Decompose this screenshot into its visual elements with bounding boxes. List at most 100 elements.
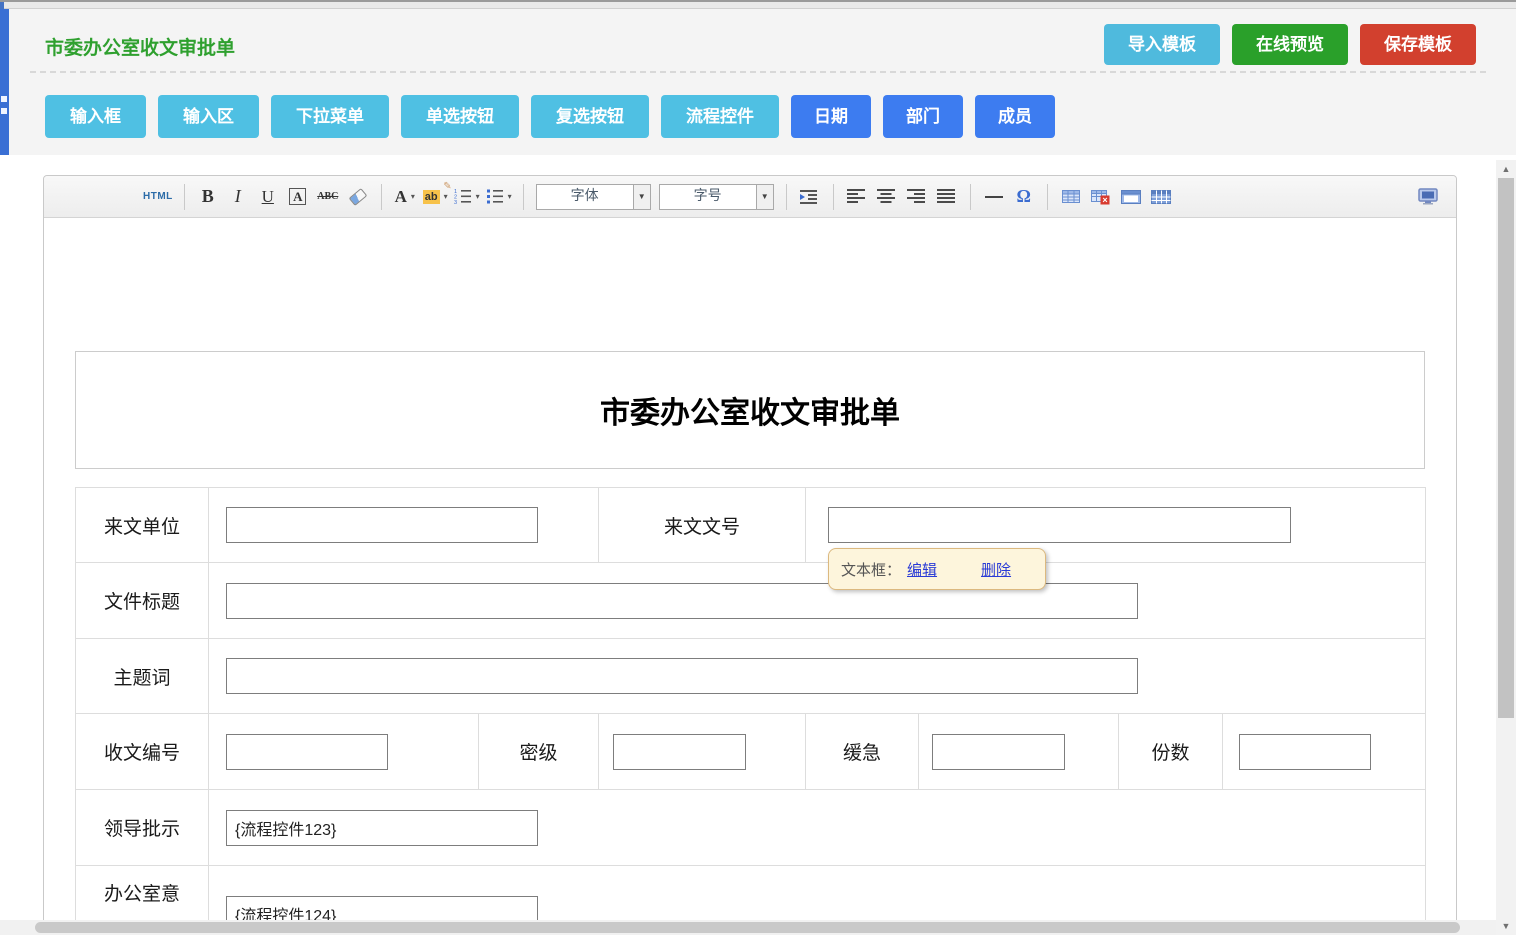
- font-color-button[interactable]: A ▾: [393, 183, 417, 211]
- edit-link[interactable]: 编辑: [907, 559, 937, 580]
- insert-table-button[interactable]: [1059, 183, 1083, 211]
- font-attribute-button[interactable]: A: [286, 183, 310, 211]
- eraser-button[interactable]: [346, 183, 370, 211]
- source-code-icon: HTML: [143, 191, 173, 202]
- import-template-button[interactable]: 导入模板: [1104, 24, 1220, 65]
- font-size-value: 字号: [660, 185, 756, 209]
- chevron-down-icon: ▼: [633, 185, 650, 209]
- control-button-radio[interactable]: 单选按钮: [401, 95, 519, 138]
- editor-canvas[interactable]: 市委办公室收文审批单 来文单位 来文文号 文件标题: [44, 218, 1456, 935]
- page: 市委办公室收文审批单 导入模板 在线预览 保存模板 输入框 输入区 下拉菜单 单…: [0, 0, 1516, 935]
- highlight-color-button[interactable]: ab ✎ ▾: [423, 183, 448, 211]
- scroll-down-arrow-icon[interactable]: ▼: [1496, 921, 1516, 931]
- control-button-dropdown[interactable]: 下拉菜单: [271, 95, 389, 138]
- align-right-icon: [907, 189, 926, 204]
- save-template-button[interactable]: 保存模板: [1360, 24, 1476, 65]
- table-row: 领导批示: [76, 790, 1426, 866]
- unordered-list-button[interactable]: ▾: [486, 183, 512, 211]
- control-button-checkbox[interactable]: 复选按钮: [531, 95, 649, 138]
- field-label-laiwen-wenhao: 来文文号: [599, 488, 806, 563]
- form-title-box: 市委办公室收文审批单: [75, 351, 1425, 469]
- field-label-lingdao-pishi: 领导批示: [76, 790, 209, 866]
- toolbar-separator: [1047, 184, 1048, 210]
- delete-link[interactable]: 删除: [981, 559, 1011, 580]
- form-table: 来文单位 来文文号 文件标题 主题词 收文编号: [75, 487, 1426, 935]
- input-miji[interactable]: [613, 734, 746, 770]
- input-huanji[interactable]: [932, 734, 1065, 770]
- fullscreen-button[interactable]: [1416, 183, 1440, 211]
- chevron-down-icon: ▼: [756, 185, 773, 209]
- vertical-scrollbar[interactable]: ▲ ▼: [1496, 160, 1516, 935]
- dashed-divider: [30, 71, 1486, 73]
- input-laiwen-danwei[interactable]: [226, 507, 538, 543]
- toolbar-separator: [184, 184, 185, 210]
- input-laiwen-wenhao[interactable]: [828, 507, 1291, 543]
- align-justify-icon: [937, 189, 956, 204]
- strikethrough-icon: ABC: [317, 191, 338, 202]
- input-lingdao-pishi[interactable]: [226, 810, 538, 846]
- control-button-flow-control[interactable]: 流程控件: [661, 95, 779, 138]
- toolbar-separator: [786, 184, 787, 210]
- font-family-value: 字体: [537, 185, 633, 209]
- table-properties-button[interactable]: [1119, 183, 1143, 211]
- chevron-down-icon: ▾: [411, 192, 415, 201]
- field-label-shouwen-bianhao: 收文编号: [76, 714, 209, 790]
- toolbar-separator: [970, 184, 971, 210]
- toolbar-separator: [833, 184, 834, 210]
- control-button-department[interactable]: 部门: [883, 95, 963, 138]
- control-button-date[interactable]: 日期: [791, 95, 871, 138]
- form-area: 市委办公室收文审批单 来文单位 来文文号 文件标题: [75, 351, 1425, 935]
- align-justify-button[interactable]: [935, 183, 959, 211]
- control-button-textarea[interactable]: 输入区: [158, 95, 259, 138]
- special-character-button[interactable]: Ω: [1012, 183, 1036, 211]
- font-family-select[interactable]: 字体 ▼: [536, 184, 651, 210]
- page-title: 市委办公室收文审批单: [45, 33, 235, 60]
- strikethrough-button[interactable]: ABC: [316, 183, 340, 211]
- tooltip-label: 文本框：: [841, 559, 901, 580]
- strip-mark: [1, 96, 7, 102]
- control-button-member[interactable]: 成员: [975, 95, 1055, 138]
- input-fenshu[interactable]: [1239, 734, 1371, 770]
- delete-table-button[interactable]: ×: [1089, 183, 1113, 211]
- bold-button[interactable]: B: [196, 183, 220, 211]
- field-label-wenjian-biaoti: 文件标题: [76, 563, 209, 639]
- field-label-miji: 密级: [479, 714, 599, 790]
- strip-mark: [1, 108, 7, 114]
- font-size-select[interactable]: 字号 ▼: [659, 184, 774, 210]
- underline-button[interactable]: U: [256, 183, 280, 211]
- horizontal-scrollbar[interactable]: [0, 920, 1496, 935]
- italic-icon: I: [235, 186, 241, 207]
- align-left-icon: [847, 189, 866, 204]
- source-code-button[interactable]: HTML: [143, 183, 173, 211]
- field-label-fenshu: 份数: [1119, 714, 1223, 790]
- align-center-button[interactable]: [875, 183, 899, 211]
- indent-icon: [800, 189, 820, 205]
- horizontal-rule-button[interactable]: [982, 183, 1006, 211]
- online-preview-button[interactable]: 在线预览: [1232, 24, 1348, 65]
- input-shouwen-bianhao[interactable]: [226, 734, 388, 770]
- table-properties-icon: [1121, 189, 1141, 205]
- chevron-down-icon: ▾: [508, 192, 512, 201]
- italic-button[interactable]: I: [226, 183, 250, 211]
- svg-text:×: ×: [1103, 195, 1108, 205]
- indent-button[interactable]: [798, 183, 822, 211]
- scroll-up-arrow-icon[interactable]: ▲: [1496, 164, 1516, 174]
- horizontal-scrollbar-thumb[interactable]: [35, 922, 1460, 933]
- table-row: 收文编号 密级 缓急 份数: [76, 714, 1426, 790]
- cell-properties-button[interactable]: [1149, 183, 1173, 211]
- align-right-button[interactable]: [905, 183, 929, 211]
- chevron-down-icon: ▾: [444, 192, 448, 201]
- input-zhutici[interactable]: [226, 658, 1138, 694]
- table-row: 主题词: [76, 639, 1426, 714]
- svg-text:3: 3: [454, 200, 457, 205]
- background-window-strip: [0, 9, 9, 155]
- rich-text-editor: HTML B I U A ABC A ▾: [43, 175, 1457, 935]
- control-button-input-box[interactable]: 输入框: [45, 95, 146, 138]
- cell-properties-icon: [1151, 189, 1171, 205]
- pencil-icon: ✎: [443, 181, 451, 192]
- ordered-list-button[interactable]: 1 2 3 ▾: [454, 183, 480, 211]
- ordered-list-icon: 1 2 3: [454, 188, 472, 205]
- align-left-button[interactable]: [845, 183, 869, 211]
- eraser-icon: [348, 188, 367, 206]
- vertical-scrollbar-thumb[interactable]: [1498, 178, 1514, 718]
